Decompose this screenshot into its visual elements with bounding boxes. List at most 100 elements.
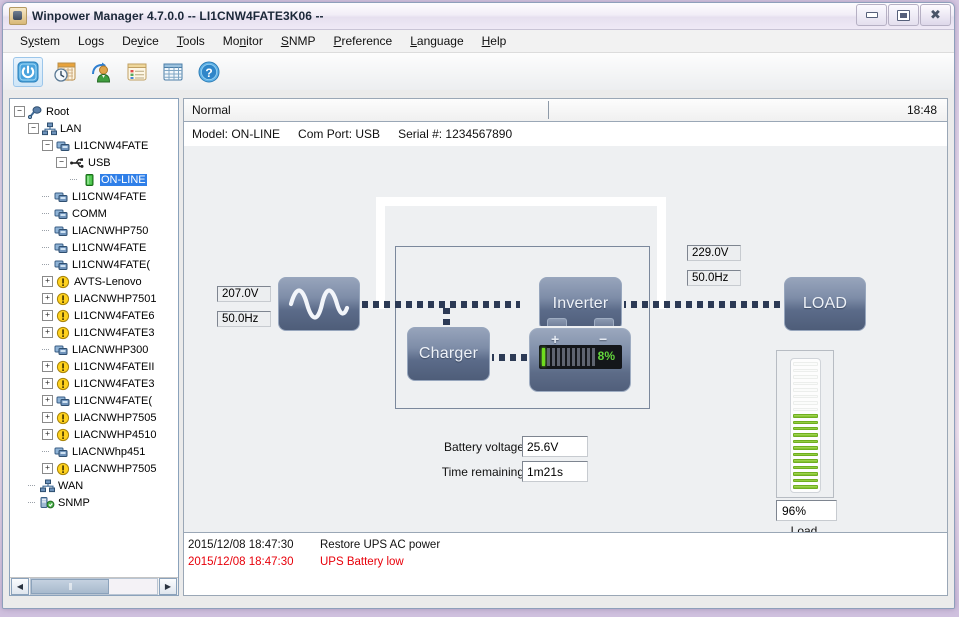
tree-node-label: LIACNWHP7501 xyxy=(74,292,157,305)
scroll-right-button[interactable]: ▶ xyxy=(159,578,177,595)
menu-item-language[interactable]: Language xyxy=(401,32,472,50)
tree-expand-icon[interactable]: + xyxy=(42,327,53,338)
schedule-clock-icon[interactable] xyxy=(51,58,79,86)
tree-node-liacnwhp750[interactable]: LIACNWHP750 xyxy=(10,222,178,239)
load-meter-segment xyxy=(793,420,818,424)
menu-item-help[interactable]: Help xyxy=(473,32,516,50)
menu-item-monitor[interactable]: Monitor xyxy=(214,32,272,50)
model-label: Model: ON-LINE xyxy=(192,127,281,141)
warn-icon xyxy=(56,377,71,391)
load-meter-segment xyxy=(793,485,818,489)
tree-node-label: LIACNWHP4510 xyxy=(74,428,157,441)
tree-node-li1cnw4fate-[interactable]: LI1CNW4FATE( xyxy=(10,256,178,273)
tree-expand-icon[interactable]: + xyxy=(42,395,53,406)
tree-expand-icon[interactable]: + xyxy=(42,412,53,423)
tree-node-li1cnw4fate[interactable]: LI1CNW4FATE xyxy=(10,239,178,256)
charger-node[interactable]: Charger xyxy=(407,327,490,381)
tree-node-liacnwhp300[interactable]: LIACNWHP300 xyxy=(10,341,178,358)
tree-collapse-icon[interactable]: − xyxy=(28,123,39,134)
tree-collapse-icon[interactable]: − xyxy=(56,157,67,168)
device-icon xyxy=(54,343,69,357)
load-meter-segment xyxy=(793,381,818,386)
scroll-track[interactable] xyxy=(30,578,158,595)
tree-node-label: WAN xyxy=(58,479,84,492)
user-action-icon[interactable] xyxy=(87,58,115,86)
tree-node-label: LI1CNW4FATE3 xyxy=(74,377,155,390)
tree-node-root[interactable]: − Root xyxy=(10,103,178,120)
tree-node-liacnwhp7501[interactable]: + LIACNWHP7501 xyxy=(10,290,178,307)
device-icon xyxy=(54,241,69,255)
clock-label: 18:48 xyxy=(906,103,937,117)
load-meter-segment xyxy=(793,362,818,366)
tree-expand-icon[interactable]: + xyxy=(42,429,53,440)
power-icon[interactable] xyxy=(13,57,43,87)
tree-node-leaf-marker xyxy=(28,481,37,490)
menu-item-device[interactable]: Device xyxy=(113,32,168,50)
tree-node-li1cnw4fate3[interactable]: + LI1CNW4FATE3 xyxy=(10,375,178,392)
tree-node-wan[interactable]: WAN xyxy=(10,477,178,494)
menu-item-snmp[interactable]: SNMP xyxy=(272,32,325,50)
menu-item-logs[interactable]: Logs xyxy=(69,32,113,50)
battery-bar-segment xyxy=(547,348,550,366)
load-meter-segment xyxy=(793,478,818,483)
tree-expand-icon[interactable]: + xyxy=(42,293,53,304)
help-icon[interactable]: ? xyxy=(195,58,223,86)
warn-icon xyxy=(56,275,71,289)
tree-node-li1cnw4fate3[interactable]: + LI1CNW4FATE3 xyxy=(10,324,178,341)
load-meter-segment xyxy=(793,394,818,399)
tree-collapse-icon[interactable]: − xyxy=(42,140,53,151)
tree-expand-icon[interactable]: + xyxy=(42,378,53,389)
tree-node-liacnwhp451[interactable]: LIACNWhp451 xyxy=(10,443,178,460)
tree-expand-icon[interactable]: + xyxy=(42,310,53,321)
log-entry[interactable]: 2015/12/08 18:47:30 Restore UPS AC power xyxy=(188,537,947,554)
tree-node-avts-lenovo[interactable]: + AVTS-Lenovo xyxy=(10,273,178,290)
bypass-path-right xyxy=(657,197,666,309)
load-meter-segment xyxy=(793,459,818,463)
ac-source-node[interactable] xyxy=(278,277,360,331)
scroll-thumb[interactable] xyxy=(31,579,109,594)
tree-node-li1cnw4fate-[interactable]: + LI1CNW4FATE( xyxy=(10,392,178,409)
load-meter-segment xyxy=(793,472,818,476)
device-tree-panel: − Root − LAN − LI1CNW4FATE − USB ON-LINE LI1CNW4F… xyxy=(9,98,179,596)
time-remaining-label: Time remaining xyxy=(441,465,524,479)
battery-node[interactable]: + − 8% xyxy=(529,318,631,392)
tree-node-usb[interactable]: − USB xyxy=(10,154,178,171)
tree-horizontal-scrollbar[interactable]: ◀ ▶ xyxy=(10,577,178,595)
device-tree-scroll[interactable]: − Root − LAN − LI1CNW4FATE − USB ON-LINE LI1CNW4F… xyxy=(10,99,178,577)
tree-expand-icon[interactable]: + xyxy=(42,463,53,474)
window-title: Winpower Manager 4.7.0.0 -- LI1CNW4FATE3… xyxy=(32,9,324,23)
close-button[interactable]: ✖ xyxy=(920,4,951,26)
data-table-icon[interactable] xyxy=(159,58,187,86)
menu-item-preference[interactable]: Preference xyxy=(325,32,402,50)
load-node[interactable]: LOAD xyxy=(784,277,866,331)
scroll-left-button[interactable]: ◀ xyxy=(11,578,29,595)
tree-node-li1cnw4fate6[interactable]: + LI1CNW4FATE6 xyxy=(10,307,178,324)
load-meter-segment xyxy=(793,439,818,444)
tree-node-snmp[interactable]: SNMP xyxy=(10,494,178,511)
tree-node-label: Root xyxy=(46,105,70,118)
tree-node-li1cnw4fate[interactable]: LI1CNW4FATE xyxy=(10,188,178,205)
device-icon xyxy=(54,224,69,238)
tree-expand-icon[interactable]: + xyxy=(42,361,53,372)
tree-node-li1cnw4fateii[interactable]: + LI1CNW4FATEII xyxy=(10,358,178,375)
event-log-pane[interactable]: 2015/12/08 18:47:30 Restore UPS AC power 2… xyxy=(184,532,947,595)
tree-node-liacnwhp7505[interactable]: + LIACNWHP7505 xyxy=(10,409,178,426)
menu-item-tools[interactable]: Tools xyxy=(168,32,214,50)
tree-node-comm[interactable]: COMM xyxy=(10,205,178,222)
minimize-button[interactable] xyxy=(856,4,887,26)
log-message: UPS Battery low xyxy=(320,556,404,568)
tree-node-on-line[interactable]: ON-LINE xyxy=(10,171,178,188)
tree-node-liacnwhp4510[interactable]: + LIACNWHP4510 xyxy=(10,426,178,443)
menu-item-system[interactable]: System xyxy=(11,32,69,50)
tree-collapse-icon[interactable]: − xyxy=(14,106,25,117)
battery-voltage-label: Battery voltage xyxy=(443,440,524,454)
event-list-icon[interactable] xyxy=(123,58,151,86)
tree-node-li1cnw4fate[interactable]: − LI1CNW4FATE xyxy=(10,137,178,154)
tree-node-lan[interactable]: − LAN xyxy=(10,120,178,137)
bypass-path-top xyxy=(376,197,666,206)
tree-expand-icon[interactable]: + xyxy=(42,276,53,287)
log-entry[interactable]: 2015/12/08 18:47:30 UPS Battery low xyxy=(188,554,947,571)
maximize-button[interactable] xyxy=(888,4,919,26)
serial-label: Serial #: 1234567890 xyxy=(398,127,513,141)
tree-node-liacnwhp7505[interactable]: + LIACNWHP7505 xyxy=(10,460,178,477)
